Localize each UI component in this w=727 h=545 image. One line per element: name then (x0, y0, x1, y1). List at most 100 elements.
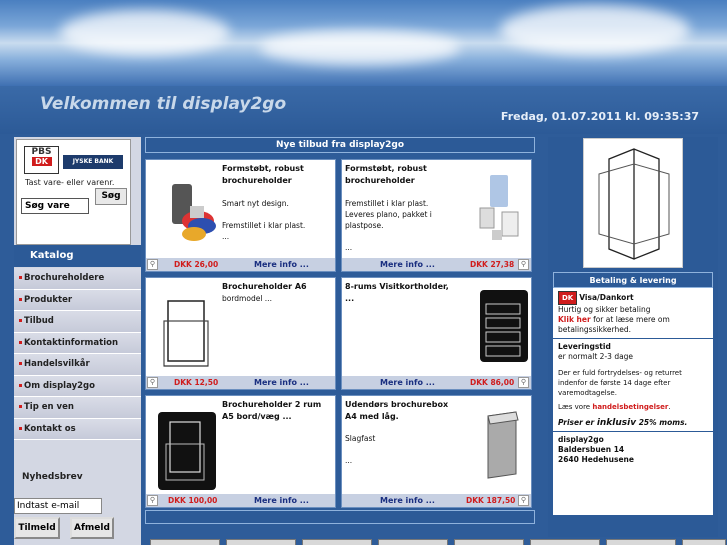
menu-item-label: Kontakt os (24, 423, 76, 434)
inclusive-text: inklusiv (596, 418, 637, 428)
cloud-decoration (60, 10, 230, 55)
bottom-tab[interactable] (150, 539, 220, 545)
product-card[interactable]: Brochureholder A6 bordmodel ... ⚲ DKK 12… (145, 277, 336, 390)
bullet-icon (19, 405, 22, 408)
menu-item-produkter[interactable]: Produkter (14, 289, 141, 311)
product-desc-line: Smart nyt design. (222, 199, 289, 208)
menu-item-brochureholdere[interactable]: Brochureholdere (14, 268, 141, 290)
visa-dankort-section: DK Visa/Dankort Hurtig og sikker betaling… (553, 288, 713, 339)
delivery-section: Leveringstid er normalt 2-3 dage Der er … (553, 339, 713, 432)
pbs-dk-logo: PBS DK (24, 146, 59, 174)
street-address: Baldersbuen 14 (558, 445, 625, 454)
more-info-link[interactable]: Mere info ... (254, 494, 309, 507)
magnifier-icon[interactable]: ⚲ (147, 377, 158, 388)
product-title[interactable]: Formstøbt, robust brochureholder (222, 163, 332, 187)
magnifier-icon[interactable]: ⚲ (518, 259, 529, 270)
product-title[interactable]: Brochureholder 2 rum A5 bord/væg ... (222, 399, 332, 423)
more-info-link[interactable]: Mere info ... (254, 258, 309, 271)
product-desc-line: Leveres plano, pakket i plastpose. (345, 210, 432, 230)
company-name: display2go (558, 435, 604, 444)
product-title[interactable]: Udendørs brochurebox A4 med låg. (345, 399, 455, 423)
brochure-stand-icon (598, 148, 670, 260)
bottom-tab[interactable] (378, 539, 448, 545)
klik-her-link[interactable]: Klik her (558, 315, 591, 324)
menu-item-label: Brochureholdere (24, 273, 105, 283)
subscribe-button[interactable]: Tilmeld (14, 517, 60, 539)
menu-item-tip-en-ven[interactable]: Tip en ven (14, 397, 141, 419)
menu-item-tilbud[interactable]: Tilbud (14, 311, 141, 333)
bullet-icon (19, 319, 22, 322)
newsletter-label: Nyhedsbrev (22, 472, 83, 482)
magnifier-icon[interactable]: ⚲ (518, 495, 529, 506)
product-desc-line: Slagfast (345, 434, 376, 443)
jyske-bank-logo: JYSKE BANK (63, 155, 123, 169)
search-input[interactable]: Søg vare (21, 198, 89, 214)
product-footer: Mere info ... DKK 187,50 ⚲ (342, 494, 531, 507)
product-price: DKK 12,50 (174, 378, 219, 387)
product-desc-line: bordmodel ... (222, 294, 272, 303)
product-desc-line: ... (222, 232, 230, 241)
product-title[interactable]: Brochureholder A6 (222, 281, 332, 293)
payment-delivery-header: Betaling & levering (553, 272, 713, 288)
product-card[interactable]: 8-rums Visitkortholder, ... Mere info ..… (341, 277, 532, 390)
more-info-link[interactable]: Mere info ... (380, 376, 435, 389)
bottom-tab[interactable] (226, 539, 296, 545)
bottom-tab[interactable] (454, 539, 524, 545)
menu-item-om-display2go[interactable]: Om display2go (14, 375, 141, 397)
bullet-icon (19, 426, 22, 430)
bottom-tab[interactable] (682, 539, 726, 545)
product-desc-line: Fremstillet i klar plast. (345, 199, 429, 208)
menu-item-label: Kontaktinformation (24, 337, 118, 348)
magnifier-icon[interactable]: ⚲ (147, 495, 158, 506)
product-image[interactable] (480, 290, 528, 362)
bottom-tab[interactable] (302, 539, 372, 545)
terms-link[interactable]: handelsbetingelser (592, 403, 668, 411)
menu-item-kontaktinformation[interactable]: Kontaktinformation (14, 332, 141, 354)
katalog-header: Katalog (14, 245, 141, 267)
product-title[interactable]: 8-rums Visitkortholder, ... (345, 281, 455, 305)
right-sidebar: Betaling & levering DK Visa/Dankort Hurti… (548, 137, 718, 537)
catalog-menu: Brochureholdere Produkter Tilbud Kontakt… (14, 268, 141, 440)
menu-item-handelsvilkar[interactable]: Handelsvilkår (14, 354, 141, 376)
product-image[interactable] (168, 176, 220, 246)
product-image[interactable] (482, 408, 522, 482)
more-info-link[interactable]: Mere info ... (254, 376, 309, 389)
delivery-text: er normalt 2-3 dage (558, 352, 634, 361)
address-section: display2go Baldersbuen 14 2640 Hedehusen… (553, 432, 713, 468)
product-card[interactable]: Formstøbt, robust brochureholder Fremsti… (341, 159, 532, 272)
unsubscribe-button[interactable]: Afmeld (70, 517, 114, 539)
payment-search-box: PBS DK JYSKE BANK Tast vare- eller varen… (16, 139, 131, 245)
dankort-logo-icon: DK (558, 291, 578, 305)
product-price: DKK 27,38 (470, 260, 515, 269)
product-footer: ⚲ DKK 12,50 Mere info ... (146, 376, 335, 389)
left-sidebar: PBS DK JYSKE BANK Tast vare- eller varen… (14, 137, 141, 545)
product-title[interactable]: Formstøbt, robust brochureholder (345, 163, 455, 187)
visa-title: Visa/Dankort (579, 293, 634, 302)
menu-item-label: Om display2go (24, 380, 95, 391)
product-price: DKK 187,50 (466, 496, 516, 505)
more-info-link[interactable]: Mere info ... (380, 258, 435, 271)
product-card[interactable]: Formstøbt, robust brochureholder Smart n… (145, 159, 336, 272)
search-button[interactable]: Søg (95, 188, 127, 205)
product-card[interactable]: Udendørs brochurebox A4 med låg. Slagfas… (341, 395, 532, 508)
featured-product-image[interactable] (583, 138, 683, 268)
product-card[interactable]: Brochureholder 2 rum A5 bord/væg ... ⚲ D… (145, 395, 336, 508)
magnifier-icon[interactable]: ⚲ (518, 377, 529, 388)
product-footer: ⚲ DKK 26,00 Mere info ... (146, 258, 335, 271)
vat-text: 25% moms. (638, 418, 688, 427)
delivery-title: Leveringstid (558, 342, 611, 351)
product-image[interactable] (158, 296, 214, 372)
search-label: Tast vare- eller varenr. (25, 178, 115, 187)
cloud-decoration (500, 5, 690, 55)
bottom-tab[interactable] (530, 539, 600, 545)
menu-item-kontakt-os[interactable]: Kontakt os (14, 418, 141, 440)
cloud-decoration (260, 30, 460, 65)
newsletter-email-input[interactable]: Indtast e-mail (14, 498, 102, 514)
product-image[interactable] (472, 170, 527, 245)
bullet-icon (19, 276, 22, 279)
bottom-tab[interactable] (606, 539, 676, 545)
more-info-link[interactable]: Mere info ... (380, 494, 435, 507)
menu-item-label: Produkter (24, 294, 73, 305)
product-image[interactable] (158, 412, 216, 490)
magnifier-icon[interactable]: ⚲ (147, 259, 158, 270)
